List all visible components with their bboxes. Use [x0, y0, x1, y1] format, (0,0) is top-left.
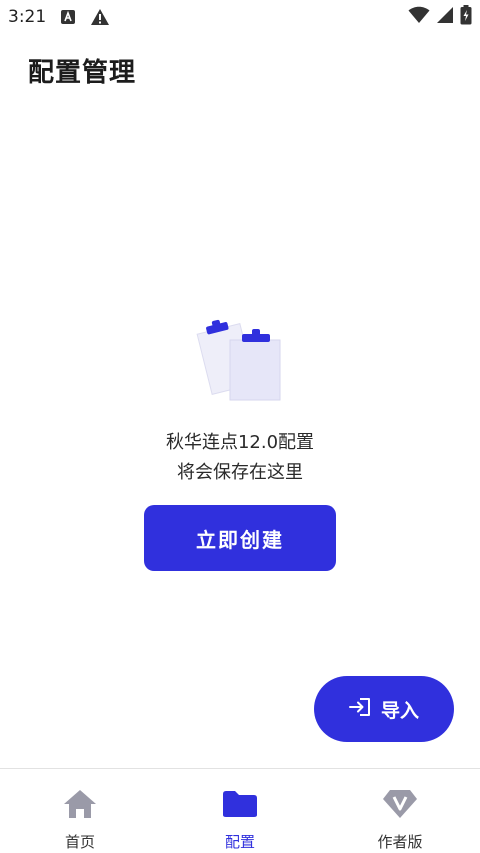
import-button[interactable]: 导入	[314, 676, 454, 742]
create-now-button[interactable]: 立即创建	[144, 505, 336, 571]
nav-label-config: 配置	[224, 833, 255, 851]
empty-state-line1: 秋华连点12.0配置	[165, 432, 315, 453]
clipboard-icon	[196, 314, 288, 404]
diamond-v-icon	[382, 787, 418, 821]
bottom-nav: 首页 配置 作者版	[0, 768, 480, 853]
nav-item-home[interactable]: 首页	[0, 769, 160, 853]
page-title: 配置管理	[28, 58, 137, 88]
warning-icon	[90, 8, 110, 26]
signal-icon	[436, 6, 454, 28]
status-bar: 3:21	[0, 0, 480, 34]
a-app-icon	[60, 9, 76, 25]
nav-item-config[interactable]: 配置	[160, 769, 320, 853]
import-icon	[348, 697, 371, 722]
import-button-label: 导入	[380, 699, 419, 722]
nav-item-author-edition[interactable]: 作者版	[320, 769, 480, 853]
nav-label-author-edition: 作者版	[377, 833, 423, 851]
nav-label-home: 首页	[64, 833, 95, 851]
wifi-icon	[408, 6, 430, 28]
home-icon	[63, 787, 97, 821]
battery-charging-icon	[460, 5, 472, 29]
status-right-icons	[408, 5, 472, 29]
empty-state-line2: 将会保存在这里	[177, 462, 303, 483]
screen: 3:21 配置管理 秋华连点12.0配置 将会保存在这里 立即创建 导入 首页 …	[0, 0, 480, 853]
status-time: 3:21	[8, 7, 47, 27]
empty-state-text: 秋华连点12.0配置 将会保存在这里	[0, 428, 480, 488]
folder-icon	[222, 787, 258, 821]
